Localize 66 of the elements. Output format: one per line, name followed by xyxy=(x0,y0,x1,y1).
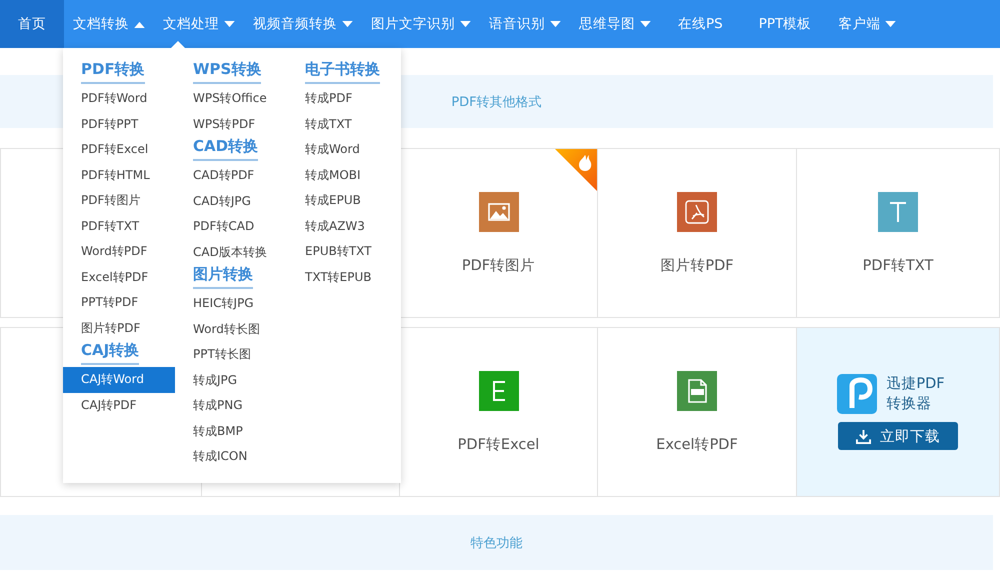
menu-item[interactable]: PDF转PPT xyxy=(63,112,138,137)
menu-item[interactable]: WPS转Office xyxy=(175,86,267,112)
section-title: PDF转其他格式 xyxy=(451,94,542,110)
caret-icon xyxy=(550,20,561,28)
tool-label: PDF转Excel xyxy=(458,436,540,454)
menu-item[interactable]: 转成PDF xyxy=(287,86,352,112)
menu-item[interactable]: CAD转JPG xyxy=(175,188,251,214)
menu-item[interactable]: PDF转图片 xyxy=(63,188,140,214)
menu-item[interactable]: Excel转PDF xyxy=(63,264,148,290)
caret-icon xyxy=(640,20,651,28)
menu-heading: WPS转换 xyxy=(193,60,262,84)
menu-item[interactable]: CAJ转PDF xyxy=(63,392,137,418)
download-button[interactable]: 立即下载 xyxy=(838,422,958,450)
menu-item[interactable]: 转成AZW3 xyxy=(287,214,365,239)
caret-icon xyxy=(342,20,353,28)
menu-item[interactable]: 图片转PDF xyxy=(63,316,140,341)
caret-icon xyxy=(885,20,896,28)
menu-item[interactable]: 转成TXT xyxy=(287,112,352,137)
tool-label: Excel转PDF xyxy=(656,436,738,454)
menu-item[interactable]: PDF转TXT xyxy=(63,214,140,239)
menu-heading: CAJ转换 xyxy=(81,341,140,365)
text-icon xyxy=(878,192,918,232)
menu-item[interactable]: 转成ICON xyxy=(175,444,248,470)
menu-item[interactable]: CAD转PDF xyxy=(175,163,254,188)
spreadsheet-icon xyxy=(478,370,518,410)
menu-item[interactable]: WPS转PDF xyxy=(175,112,256,137)
tool-label: 图片转PDF xyxy=(660,256,734,274)
menu-heading: 图片转换 xyxy=(193,265,253,289)
menu-item[interactable]: CAD版本转换 xyxy=(175,240,267,265)
tool-tile[interactable]: Excel转PDF xyxy=(597,328,796,496)
menu-item[interactable]: PPT转长图 xyxy=(175,342,251,368)
menu-item[interactable]: 转成JPG xyxy=(175,368,238,393)
caret-icon xyxy=(460,20,471,28)
menu-item[interactable]: CAJ转Word xyxy=(63,367,175,392)
menu-item[interactable]: EPUB转TXT xyxy=(287,239,372,264)
download-icon xyxy=(856,428,871,444)
pdf-icon xyxy=(677,192,717,232)
menu-heading: CAD转换 xyxy=(193,137,258,161)
menu-heading: 电子书转换 xyxy=(305,60,380,84)
app-name: 转换器 xyxy=(886,395,932,414)
section-title: 特色功能 xyxy=(470,534,522,552)
menu-item[interactable]: PDF转HTML xyxy=(63,162,150,188)
menu-item[interactable]: 转成PNG xyxy=(175,393,243,418)
menu-item[interactable]: PDF转CAD xyxy=(175,214,254,240)
caret-icon xyxy=(224,20,235,28)
menu-item[interactable]: 转成MOBI xyxy=(287,162,361,188)
menu-item[interactable]: PPT转PDF xyxy=(63,290,138,316)
menu-item[interactable]: PDF转Word xyxy=(63,86,148,112)
menu-item[interactable]: Word转PDF xyxy=(63,239,148,264)
menu-item[interactable]: 转成Word xyxy=(287,137,360,162)
tool-tile[interactable]: PDF转TXT xyxy=(796,149,999,317)
menu-heading: PDF转换 xyxy=(81,60,145,84)
app-name: 迅捷PDF xyxy=(886,375,945,394)
tool-label: PDF转TXT xyxy=(862,256,934,274)
menu-item[interactable]: TXT转EPUB xyxy=(287,264,372,290)
image-icon xyxy=(478,192,518,232)
app-logo-icon xyxy=(837,374,878,414)
tool-tile[interactable]: 图片转PDF xyxy=(597,149,796,317)
menu-item[interactable]: 转成EPUB xyxy=(287,188,361,214)
tool-label: PDF转图片 xyxy=(462,256,536,274)
menu-item[interactable]: HEIC转JPG xyxy=(175,291,254,316)
menu-item[interactable]: 转成BMP xyxy=(175,418,243,444)
nav-item[interactable]: 首页 xyxy=(0,0,64,48)
menu-item[interactable]: Word转长图 xyxy=(175,316,260,342)
document-icon xyxy=(677,370,717,410)
menu-item[interactable]: PDF转Excel xyxy=(63,137,148,162)
